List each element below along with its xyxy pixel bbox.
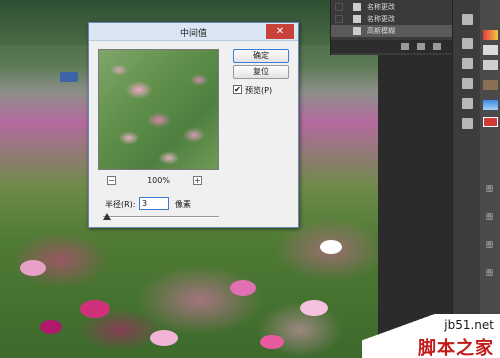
- flower: [20, 260, 46, 276]
- panel-tab-label[interactable]: 图: [486, 212, 493, 222]
- visibility-icon[interactable]: [335, 15, 343, 23]
- dialog-titlebar[interactable]: 中间值 ✕: [89, 23, 298, 41]
- slider-track[interactable]: [103, 216, 219, 218]
- brush-icon[interactable]: [462, 78, 473, 89]
- layer-row-selected[interactable]: 高斯模糊: [331, 25, 453, 37]
- new-layer-icon[interactable]: [417, 43, 425, 50]
- radius-slider[interactable]: [103, 213, 219, 221]
- color-swatch[interactable]: [483, 60, 498, 70]
- median-filter-dialog: 中间值 ✕ − 100% + 确定 复位 ✔ 预览(P) 半径(R): 3 像素: [88, 22, 299, 228]
- flower: [230, 280, 256, 296]
- visibility-icon[interactable]: [335, 3, 343, 11]
- layer-icon: [353, 27, 361, 35]
- color-swatch[interactable]: [483, 100, 498, 110]
- slider-thumb[interactable]: [103, 213, 111, 220]
- actions-icon[interactable]: [462, 38, 473, 49]
- flower: [320, 240, 342, 254]
- panel-icons-strip: [452, 0, 480, 358]
- radius-row: 半径(R): 3 像素: [105, 197, 295, 211]
- filter-preview-image[interactable]: [98, 49, 219, 170]
- site-watermark: jb51.net 脚本之家: [362, 314, 500, 358]
- layers-panel: 名称更改 名称更改 高斯模糊: [330, 0, 453, 55]
- close-button[interactable]: ✕: [266, 24, 294, 39]
- layer-icon: [353, 15, 361, 23]
- flower: [260, 335, 284, 349]
- layer-row[interactable]: 名称更改: [331, 13, 453, 25]
- flower: [150, 330, 178, 346]
- panel-tab-label[interactable]: 图: [486, 184, 493, 194]
- checkmark-icon[interactable]: ✔: [233, 85, 242, 94]
- clone-icon[interactable]: [462, 98, 473, 109]
- radius-unit: 像素: [175, 200, 191, 209]
- watermark-text: 脚本之家: [418, 338, 494, 358]
- visibility-icon[interactable]: [335, 27, 343, 35]
- trash-icon[interactable]: [433, 43, 441, 50]
- flower: [300, 300, 328, 316]
- color-swatch[interactable]: [483, 80, 498, 90]
- radius-label: 半径(R):: [105, 200, 136, 209]
- color-swatch[interactable]: [483, 30, 498, 40]
- color-swatch[interactable]: [483, 45, 498, 55]
- flower: [80, 300, 110, 318]
- preview-label: 预览(P): [245, 86, 273, 95]
- layer-name: 名称更改: [367, 3, 395, 11]
- zoom-controls: − 100% +: [98, 176, 219, 188]
- blue-object: [60, 72, 78, 82]
- reset-button[interactable]: 复位: [233, 65, 289, 79]
- radius-input[interactable]: 3: [139, 197, 169, 210]
- adjust-icon[interactable]: [462, 58, 473, 69]
- layers-footer: [331, 40, 453, 53]
- properties-strip: 图 图 图 图: [480, 0, 500, 358]
- new-group-icon[interactable]: [401, 43, 409, 50]
- color-swatch[interactable]: [483, 117, 498, 127]
- layer-icon: [353, 3, 361, 11]
- flower: [40, 320, 62, 334]
- zoom-in-button[interactable]: +: [193, 176, 202, 185]
- info-icon[interactable]: [462, 118, 473, 129]
- layer-name: 高斯模糊: [367, 27, 395, 35]
- watermark-url: jb51.net: [444, 318, 494, 332]
- panel-tab-label[interactable]: 图: [486, 268, 493, 278]
- ok-button[interactable]: 确定: [233, 49, 289, 63]
- layer-name: 名称更改: [367, 15, 395, 23]
- panel-tab-label[interactable]: 图: [486, 240, 493, 250]
- layer-row[interactable]: 名称更改: [331, 1, 453, 13]
- history-icon[interactable]: [462, 14, 473, 25]
- workspace-background: [378, 55, 452, 358]
